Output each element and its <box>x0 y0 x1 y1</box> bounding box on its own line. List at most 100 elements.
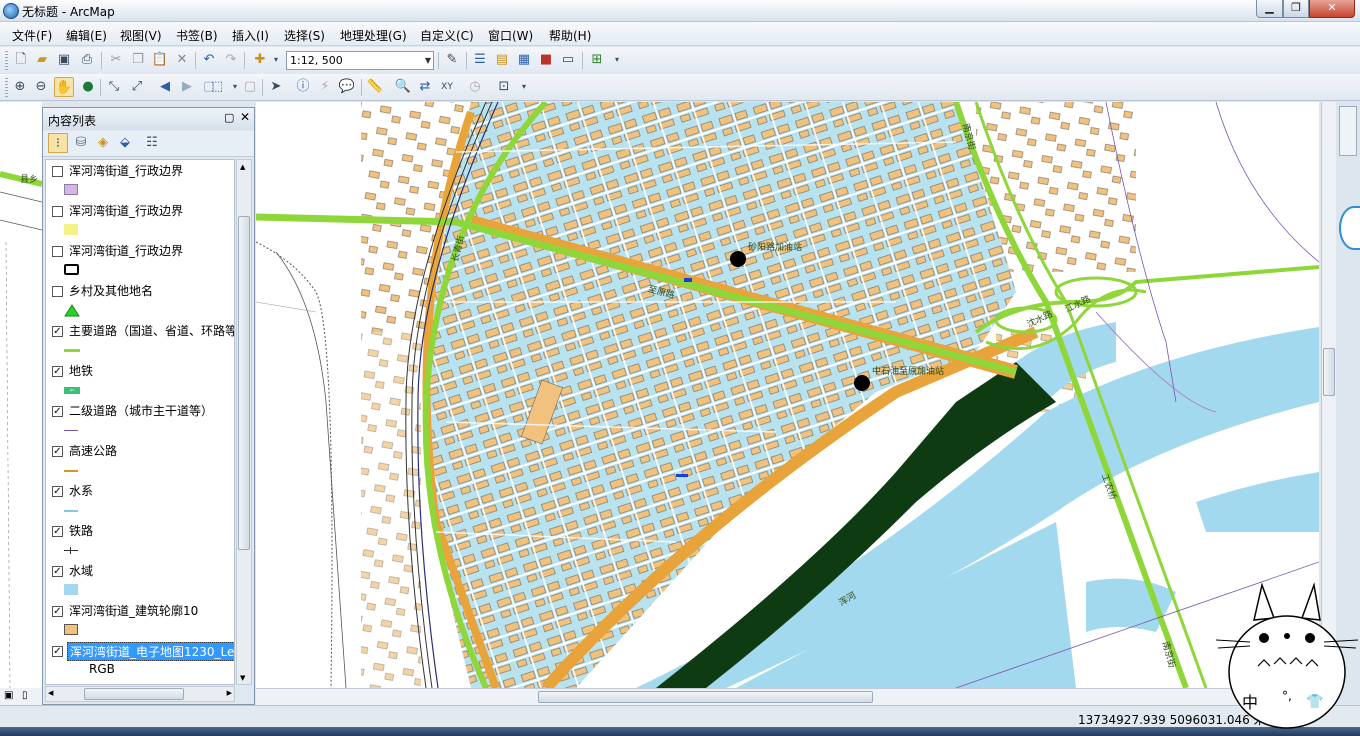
menu-windows[interactable]: 窗口(W) <box>488 27 533 44</box>
find-icon[interactable]: 🔍 <box>393 77 413 97</box>
zoom-in-icon[interactable]: ⊕ <box>10 77 30 97</box>
layer-item[interactable]: 浑河湾街道_行政边界 <box>46 200 234 240</box>
catalog-dock-tab[interactable] <box>1339 106 1357 156</box>
toolbar2-options-icon[interactable]: ▾ <box>514 77 534 97</box>
map-horizontal-scrollbar[interactable] <box>256 688 1319 705</box>
toc-vertical-thumb[interactable] <box>238 216 250 550</box>
totoro-widget[interactable]: 中 °, 👕 <box>1214 580 1360 730</box>
layer-checkbox[interactable]: ✓ <box>52 566 63 577</box>
copy-icon[interactable]: ❐ <box>128 50 148 70</box>
layer-checkbox[interactable]: ✓ <box>52 606 63 617</box>
map-display[interactable]: 至原路 砂阳路加油站 中石油至原加油站 沈水路 江水路 工农桥 浑河 南京街 南… <box>256 102 1319 688</box>
layer-item[interactable]: ✓ 水系 <box>46 480 234 520</box>
toc-horizontal-thumb[interactable] <box>84 688 184 700</box>
layer-checkbox[interactable]: ✓ <box>52 406 63 417</box>
toolbar-grip[interactable] <box>5 78 8 97</box>
scroll-left-icon[interactable]: ◀ <box>48 689 53 697</box>
toolbar-options-icon[interactable]: ▾ <box>607 50 627 70</box>
auto-hide-icon[interactable]: ▢ <box>224 111 234 124</box>
arctoolbox-icon[interactable]: ■ <box>536 50 556 70</box>
layout-view-icon[interactable]: ▯ <box>22 690 28 701</box>
editor-toolbar-icon[interactable]: ✎ <box>442 50 462 70</box>
scroll-down-icon[interactable]: ▼ <box>240 674 245 682</box>
toc-window-icon[interactable]: ☰ <box>470 50 490 70</box>
time-slider-icon[interactable]: ◷ <box>465 77 485 97</box>
new-document-icon[interactable]: 🗋 <box>11 50 31 70</box>
go-to-xy-icon[interactable]: XY <box>437 77 457 97</box>
select-by-rectangle-icon[interactable]: ⬚ <box>207 77 227 97</box>
layer-checkbox[interactable] <box>52 166 63 177</box>
fixed-zoom-out-icon[interactable]: ⤢ <box>127 77 147 97</box>
create-viewer-icon[interactable]: ⊡ <box>494 77 514 97</box>
scale-dropdown-icon[interactable]: ▼ <box>425 52 431 69</box>
layer-checkbox[interactable] <box>52 246 63 257</box>
hyperlink-icon[interactable]: ⚡ <box>315 77 335 97</box>
layer-checkbox[interactable]: ✓ <box>52 366 63 377</box>
paste-icon[interactable]: 📋 <box>150 50 170 70</box>
catalog-window-icon[interactable]: ▤ <box>492 50 512 70</box>
layer-item[interactable]: 浑河湾街道_行政边界 <box>46 160 234 200</box>
layer-item[interactable]: ✓ 地铁 ⇦ <box>46 360 234 400</box>
menu-view[interactable]: 视图(V) <box>120 27 162 44</box>
select-elements-icon[interactable]: ➤ <box>266 77 286 97</box>
toc-close-icon[interactable]: ✕ <box>240 110 250 124</box>
layer-checkbox[interactable]: ✓ <box>52 646 63 657</box>
menu-bookmarks[interactable]: 书签(B) <box>176 27 218 44</box>
layer-item[interactable]: ✓ 铁路 <box>46 520 234 560</box>
scroll-right-icon[interactable]: ▶ <box>227 689 232 697</box>
print-icon[interactable]: ⎙ <box>77 50 97 70</box>
layer-item[interactable]: ✓ 浑河湾街道_电子地图1230_Lev RGB <box>46 640 234 680</box>
float-widget[interactable] <box>1339 206 1360 250</box>
full-extent-icon[interactable]: ● <box>78 77 98 97</box>
list-by-drawing-order-icon[interactable]: ⁝ <box>48 133 68 153</box>
toolbar-grip[interactable] <box>5 51 8 70</box>
layer-item[interactable]: ✓ 浑河湾街道_建筑轮廓10 <box>46 600 234 640</box>
layer-item[interactable]: ✓ 二级道路（城市主干道等） <box>46 400 234 440</box>
menu-edit[interactable]: 编辑(E) <box>66 27 107 44</box>
layer-checkbox[interactable]: ✓ <box>52 526 63 537</box>
layer-checkbox[interactable]: ✓ <box>52 486 63 497</box>
layer-checkbox[interactable] <box>52 286 63 297</box>
layer-checkbox[interactable] <box>52 206 63 217</box>
menu-help[interactable]: 帮助(H) <box>549 27 591 44</box>
add-data-dropdown-icon[interactable]: ▾ <box>266 50 286 70</box>
clear-selection-icon[interactable]: ▢ <box>240 77 260 97</box>
redo-icon[interactable]: ↷ <box>221 50 241 70</box>
map-horizontal-thumb[interactable] <box>538 691 873 703</box>
restore-button[interactable]: ❐ <box>1283 0 1309 18</box>
zoom-out-icon[interactable]: ⊖ <box>31 77 51 97</box>
layer-item[interactable]: ✓ 高速公路 <box>46 440 234 480</box>
scroll-up-icon[interactable]: ▲ <box>240 163 245 171</box>
menu-file[interactable]: 文件(F) <box>12 27 52 44</box>
layer-item[interactable]: 乡村及其他地名 <box>46 280 234 320</box>
layer-item[interactable]: ✓ 水域 <box>46 560 234 600</box>
toc-horizontal-scrollbar[interactable]: ◀ ▶ <box>45 686 235 702</box>
toc-vertical-scrollbar[interactable]: ▲ ▼ <box>236 159 252 685</box>
undo-icon[interactable]: ↶ <box>199 50 219 70</box>
minimize-button[interactable]: ▁ <box>1256 0 1283 18</box>
identify-icon[interactable]: ⓘ <box>293 77 313 97</box>
list-by-selection-icon[interactable]: ⬙ <box>115 133 135 153</box>
list-by-visibility-icon[interactable]: ◈ <box>93 133 113 153</box>
back-extent-icon[interactable]: ◀ <box>155 77 175 97</box>
forward-extent-icon[interactable]: ▶ <box>177 77 197 97</box>
list-by-source-icon[interactable]: ⛁ <box>71 133 91 153</box>
close-button[interactable]: ✕ <box>1309 0 1355 18</box>
python-window-icon[interactable]: ▭ <box>558 50 578 70</box>
menu-selection[interactable]: 选择(S) <box>284 27 325 44</box>
measure-icon[interactable]: 📏 <box>365 77 385 97</box>
layer-checkbox[interactable]: ✓ <box>52 326 63 337</box>
delete-icon[interactable]: ✕ <box>172 50 192 70</box>
toc-options-icon[interactable]: ☷ <box>142 133 162 153</box>
menu-insert[interactable]: 插入(I) <box>232 27 269 44</box>
menu-geoprocessing[interactable]: 地理处理(G) <box>340 27 407 44</box>
layer-item[interactable]: 浑河湾街道_行政边界 <box>46 240 234 280</box>
fixed-zoom-in-icon[interactable]: ⤡ <box>104 77 124 97</box>
data-view-icon[interactable]: ▣ <box>4 690 13 701</box>
html-popup-icon[interactable]: 💬 <box>337 77 357 97</box>
layer-checkbox[interactable]: ✓ <box>52 446 63 457</box>
menu-customize[interactable]: 自定义(C) <box>420 27 474 44</box>
search-window-icon[interactable]: ▦ <box>514 50 534 70</box>
cut-icon[interactable]: ✂ <box>106 50 126 70</box>
map-scale-field[interactable]: 1:12, 500 ▼ <box>286 51 434 70</box>
